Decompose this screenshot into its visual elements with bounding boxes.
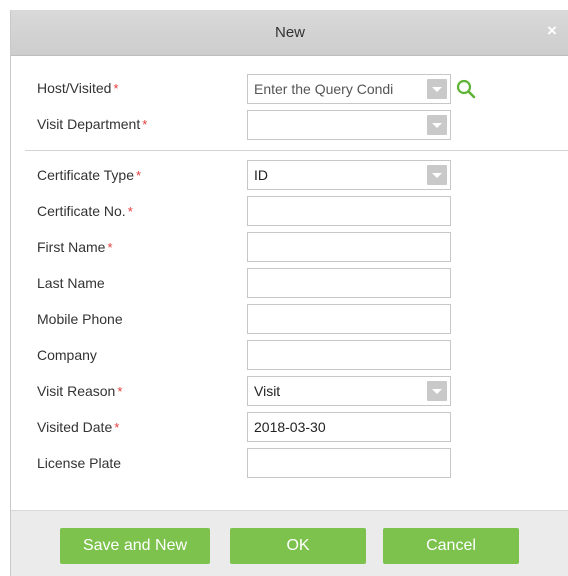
- host-visited-label: Host/Visited *: [37, 80, 119, 96]
- chevron-down-icon[interactable]: [427, 115, 447, 135]
- visit-reason-value: Visit: [254, 383, 281, 399]
- visit-department-select[interactable]: [247, 110, 451, 140]
- first-name-label: First Name *: [37, 239, 113, 255]
- save-and-new-button[interactable]: Save and New: [60, 528, 210, 564]
- visit-reason-label: Visit Reason *: [37, 383, 123, 399]
- required-marker: *: [113, 81, 119, 96]
- last-name-input[interactable]: [247, 268, 451, 298]
- license-plate-label: License Plate: [37, 455, 122, 471]
- certificate-no-input[interactable]: [247, 196, 451, 226]
- visit-reason-select[interactable]: Visit: [247, 376, 451, 406]
- required-marker: *: [114, 420, 120, 435]
- chevron-down-icon[interactable]: [427, 165, 447, 185]
- certificate-type-value: ID: [254, 167, 268, 183]
- certificate-type-select[interactable]: ID: [247, 160, 451, 190]
- first-name-input[interactable]: [247, 232, 451, 262]
- visited-date-value: 2018-03-30: [254, 419, 326, 435]
- required-marker: *: [117, 384, 123, 399]
- required-marker: *: [136, 168, 142, 183]
- dialog-titlebar: New ×: [11, 10, 568, 56]
- company-input[interactable]: [247, 340, 451, 370]
- ok-button[interactable]: OK: [230, 528, 366, 564]
- section-divider: [25, 150, 568, 151]
- visited-date-input[interactable]: 2018-03-30: [247, 412, 451, 442]
- host-visited-placeholder[interactable]: Enter the Query Condi: [254, 81, 420, 97]
- visit-department-label: Visit Department *: [37, 116, 148, 132]
- dialog-title: New: [274, 24, 305, 41]
- cancel-button[interactable]: Cancel: [383, 528, 519, 564]
- required-marker: *: [142, 117, 148, 132]
- mobile-phone-label: Mobile Phone: [37, 311, 123, 327]
- certificate-no-label: Certificate No. *: [37, 203, 133, 219]
- required-marker: *: [127, 204, 133, 219]
- visited-date-label: Visited Date *: [37, 419, 120, 435]
- close-icon[interactable]: ×: [541, 20, 563, 42]
- required-marker: *: [107, 240, 113, 255]
- new-visitor-dialog: New × Host/Visited * Enter the Query Cond…: [10, 10, 568, 576]
- last-name-label: Last Name: [37, 275, 105, 291]
- mobile-phone-input[interactable]: [247, 304, 451, 334]
- certificate-type-label: Certificate Type *: [37, 167, 142, 183]
- search-icon[interactable]: [455, 78, 477, 100]
- chevron-down-icon[interactable]: [427, 381, 447, 401]
- license-plate-input[interactable]: [247, 448, 451, 478]
- chevron-down-icon[interactable]: [427, 79, 447, 99]
- host-visited-field[interactable]: Enter the Query Condi: [247, 74, 451, 104]
- company-label: Company: [37, 347, 97, 363]
